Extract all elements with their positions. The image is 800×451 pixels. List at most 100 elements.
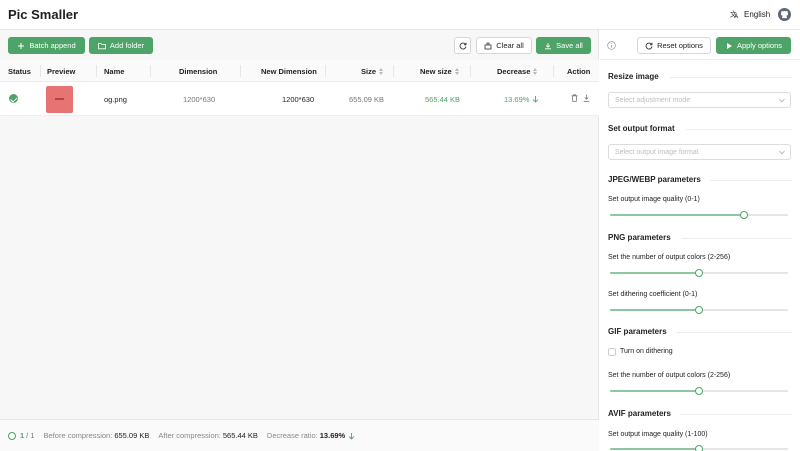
- apply-options-button[interactable]: Apply options: [716, 37, 791, 54]
- column-separator: [325, 65, 326, 77]
- format-section-title: Set output format: [608, 124, 675, 133]
- image-table: Status Preview Name Dimension New Dimens…: [0, 60, 599, 116]
- jpeg-quality-slider[interactable]: [610, 211, 788, 219]
- slider-fill: [610, 390, 699, 392]
- progress-ring-icon: [8, 431, 16, 440]
- decrease-ratio-value: 13.69%: [319, 431, 346, 440]
- language-label: English: [744, 9, 771, 19]
- header-action: Action: [567, 67, 591, 76]
- save-all-button[interactable]: Save all: [536, 37, 591, 54]
- new-dimension-value: 1200*630: [282, 95, 315, 104]
- header-preview: Preview: [47, 67, 76, 76]
- slider-fill: [610, 214, 744, 216]
- image-preview-thumbnail[interactable]: [46, 86, 73, 113]
- arrow-down-icon: [532, 96, 538, 103]
- header-size[interactable]: Size: [361, 67, 384, 76]
- info-icon[interactable]: [607, 41, 616, 50]
- header-decrease[interactable]: Decrease: [497, 67, 538, 76]
- status-done-icon: [9, 94, 18, 103]
- options-toolbar: Reset options Apply options: [600, 30, 800, 60]
- column-separator: [96, 65, 97, 77]
- clear-icon: [484, 42, 492, 49]
- sort-icon: [379, 68, 384, 75]
- gif-section-title: GIF parameters: [608, 327, 667, 336]
- output-format-select[interactable]: Select output image format: [608, 144, 791, 160]
- compression-status-bar: 1 / 1 Before compression: 655.09 KB Afte…: [0, 419, 599, 451]
- divider: [670, 77, 792, 78]
- divider: [682, 238, 792, 239]
- gif-dither-checkbox[interactable]: [608, 348, 616, 356]
- reset-icon: [645, 42, 653, 49]
- size-value: 655.09 KB: [349, 95, 385, 104]
- avif-quality-slider[interactable]: [610, 445, 788, 451]
- chevron-down-icon: [779, 150, 785, 155]
- avif-quality-label: Set output image quality (1-100): [608, 431, 708, 438]
- batch-append-button[interactable]: Batch append: [8, 37, 85, 54]
- reset-options-button[interactable]: Reset options: [637, 37, 711, 54]
- new-size-value: 565.44 KB: [425, 95, 461, 104]
- top-bar: Pic Smaller 文A English: [0, 0, 800, 30]
- column-separator: [553, 65, 554, 77]
- divider: [676, 332, 792, 333]
- download-icon[interactable]: [583, 94, 590, 102]
- table-header: Status Preview Name Dimension New Dimens…: [0, 60, 599, 82]
- github-icon[interactable]: [778, 8, 791, 21]
- slider-handle[interactable]: [739, 211, 748, 219]
- gif-colors-label: Set the number of output colors (2-256): [608, 372, 731, 379]
- sort-icon: [533, 68, 538, 75]
- avif-section-title: AVIF parameters: [608, 409, 671, 418]
- options-panel: Reset options Apply options Resize image…: [600, 30, 800, 451]
- slider-handle[interactable]: [695, 269, 703, 277]
- slider-fill: [610, 309, 699, 311]
- download-icon: [545, 42, 552, 49]
- dimension-value: 1200*630: [183, 95, 216, 104]
- slider-handle[interactable]: [695, 306, 703, 314]
- clear-all-button[interactable]: Clear all: [476, 37, 532, 54]
- delete-icon[interactable]: [571, 94, 578, 102]
- after-compression-label: After compression:: [158, 431, 221, 440]
- column-separator: [470, 65, 471, 77]
- arrow-down-icon: [348, 432, 355, 440]
- after-compression-value: 565.44 KB: [222, 431, 258, 440]
- image-list-panel: Batch append Add folder Clear all Save a…: [0, 30, 599, 451]
- play-icon: [726, 42, 732, 49]
- png-colors-slider[interactable]: [610, 269, 788, 277]
- header-status: Status: [8, 67, 31, 76]
- gif-dither-label[interactable]: Turn on dithering: [620, 348, 673, 355]
- resize-section-title: Resize image: [608, 72, 659, 81]
- column-separator: [150, 65, 151, 77]
- png-colors-label: Set the number of output colors (2-256): [608, 254, 731, 261]
- language-switcher[interactable]: 文A English: [730, 9, 771, 20]
- total-count: / 1: [26, 431, 35, 440]
- translate-icon: 文A: [730, 10, 738, 20]
- png-dither-slider[interactable]: [610, 306, 788, 314]
- refresh-icon: [459, 42, 466, 49]
- gif-colors-slider[interactable]: [610, 387, 788, 395]
- add-folder-button[interactable]: Add folder: [89, 37, 153, 54]
- app-title: Pic Smaller: [8, 7, 79, 22]
- header-dimension: Dimension: [179, 67, 218, 76]
- column-separator: [393, 65, 394, 77]
- sort-icon: [454, 68, 459, 75]
- divider: [710, 180, 792, 181]
- plus-icon: [18, 42, 25, 49]
- svg-text:A: A: [734, 14, 738, 19]
- slider-handle[interactable]: [695, 387, 703, 395]
- header-new-dimension: New Dimension: [261, 67, 317, 76]
- decrease-ratio-label: Decrease ratio:: [266, 431, 318, 440]
- list-toolbar: Batch append Add folder Clear all Save a…: [0, 30, 599, 60]
- jpeg-quality-label: Set output image quality (0-1): [608, 196, 700, 203]
- column-separator: [40, 65, 41, 77]
- divider: [680, 414, 792, 415]
- png-section-title: PNG parameters: [608, 233, 671, 242]
- before-compression-label: Before compression:: [43, 431, 113, 440]
- resize-mode-select[interactable]: Select adjustment mode: [608, 92, 791, 108]
- refresh-button[interactable]: [454, 37, 471, 54]
- decrease-value: 13.69%: [504, 95, 539, 104]
- slider-fill: [610, 448, 699, 450]
- chevron-down-icon: [779, 98, 785, 103]
- slider-handle[interactable]: [695, 445, 703, 451]
- jpeg-section-title: JPEG/WEBP parameters: [608, 175, 701, 184]
- slider-fill: [610, 272, 699, 274]
- header-new-size[interactable]: New size: [420, 67, 459, 76]
